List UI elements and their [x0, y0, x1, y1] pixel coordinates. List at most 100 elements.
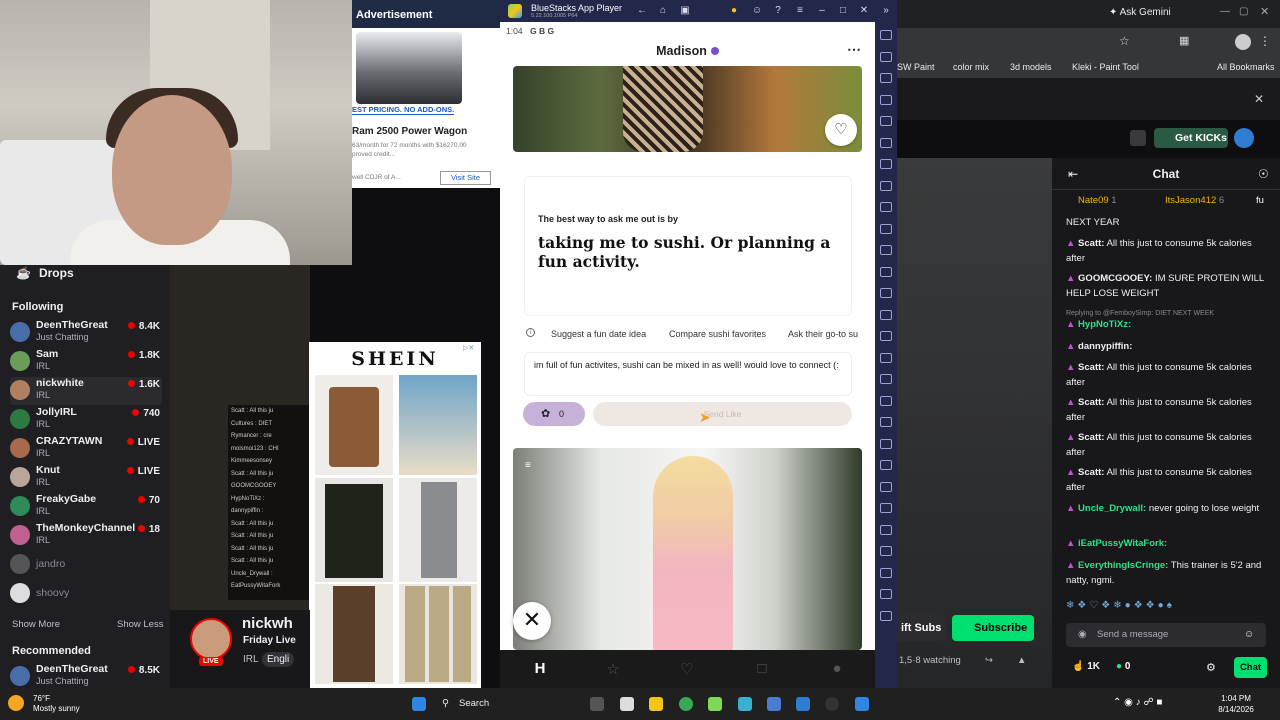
address-bar[interactable]: ☆ ▦ ⋮	[897, 28, 1280, 56]
top-chatter-3[interactable]: fu	[1256, 195, 1264, 206]
bs-tool-icon[interactable]	[880, 309, 892, 320]
taskbar-clock[interactable]: 1:04 PM 8/14/2026	[1206, 693, 1266, 715]
app-icon[interactable]	[738, 697, 752, 711]
product-swimwear[interactable]	[399, 375, 477, 475]
bs-close-icon[interactable]: ✕	[858, 5, 870, 16]
recent-apps-icon[interactable]: ▣	[679, 5, 691, 16]
nav-matches-icon[interactable]: □	[752, 660, 772, 677]
bs-maximize-icon[interactable]: □	[837, 5, 849, 16]
bs-tool-icon[interactable]	[880, 438, 892, 449]
stream-language-tag[interactable]: Engli	[262, 652, 295, 667]
nav-discover-icon[interactable]: H	[530, 660, 550, 677]
chrome-icon[interactable]	[679, 697, 693, 711]
calculator-icon[interactable]	[767, 697, 781, 711]
coin-icon[interactable]: ●	[728, 5, 740, 16]
bs-tool-icon[interactable]	[880, 417, 892, 427]
chat-username[interactable]: iEatPussyWitaFork:	[1078, 538, 1167, 549]
chat-username[interactable]: Uncle_Drywall:	[1078, 503, 1146, 514]
bs-tool-icon[interactable]	[880, 223, 892, 234]
sidebar-channel[interactable]: JollyIRL IRL 740	[10, 406, 162, 434]
extensions-icon[interactable]: ▦	[1179, 34, 1189, 47]
chat-username[interactable]: Scatt:	[1078, 362, 1104, 373]
chat-users-icon[interactable]: ☉	[1258, 167, 1269, 181]
chat-username[interactable]: EverythingIsCringe:	[1078, 560, 1168, 571]
top-chatter-2[interactable]: ItsJason412 6	[1165, 195, 1224, 206]
skip-profile-close-icon[interactable]: ✕	[513, 602, 551, 640]
show-less-link[interactable]: Show Less	[117, 619, 163, 630]
ad-title[interactable]: Ram 2500 Power Wagon	[352, 126, 467, 137]
user-avatar[interactable]	[1234, 128, 1254, 148]
bs-tool-icon[interactable]	[880, 137, 892, 148]
bs-tool-icon[interactable]	[880, 266, 892, 277]
bookmark-all[interactable]: All Bookmarks	[1217, 62, 1275, 72]
sidebar-channel[interactable]: CRAZYTAWN IRL LIVE	[10, 435, 162, 463]
chat-username[interactable]: dannypiffin:	[1078, 341, 1132, 352]
bs-tool-icon[interactable]	[880, 245, 892, 255]
close-window-icon[interactable]: ✕	[1260, 5, 1269, 18]
bs-tool-icon[interactable]	[880, 202, 892, 212]
bs-tool-icon[interactable]	[880, 546, 892, 556]
bs-minimize-icon[interactable]: –	[816, 5, 828, 16]
bookmark-paint[interactable]: SW Paint	[897, 62, 935, 72]
sidebar-channel[interactable]: FreakyGabe IRL 70	[10, 493, 162, 521]
send-like-button[interactable]: Send Like	[593, 402, 852, 426]
chat-username[interactable]: Scatt:	[1078, 467, 1104, 478]
chat-username[interactable]: Scatt:	[1078, 238, 1104, 249]
bs-tool-icon[interactable]	[880, 73, 892, 83]
minimize-icon[interactable]: —	[1220, 6, 1230, 17]
bs-tool-icon[interactable]	[880, 524, 892, 535]
mod-icon[interactable]: ▲	[1017, 655, 1026, 666]
back-icon[interactable]: ←	[636, 5, 648, 16]
bs-tool-icon[interactable]	[880, 460, 892, 470]
bookmark-kleki[interactable]: Kleki - Paint Tool	[1072, 62, 1139, 72]
bookmark-color-mix[interactable]: color mix	[953, 62, 989, 72]
notepad-icon[interactable]	[620, 697, 634, 711]
menu-icon[interactable]: ⋮	[1259, 34, 1271, 48]
sidebar-channel[interactable]: shoovy	[10, 580, 162, 608]
paint-icon[interactable]	[796, 697, 810, 711]
bs-tool-icon[interactable]	[880, 481, 892, 492]
send-rose-button[interactable]: ✿ 0	[523, 402, 585, 426]
bs-tool-icon[interactable]	[880, 331, 892, 341]
bs-tool-icon[interactable]	[880, 180, 892, 191]
bluestacks-taskbar-icon[interactable]	[708, 697, 722, 711]
nav-profile-icon[interactable]: ●	[827, 660, 847, 677]
subscribe-button[interactable]: Subscribe	[952, 615, 1034, 641]
suggestion-chip[interactable]: Compare sushi favorites	[661, 324, 774, 344]
bs-tool-icon[interactable]	[880, 159, 892, 169]
account-icon[interactable]: ☺	[751, 5, 763, 16]
chat-settings-icon[interactable]: ◉	[1078, 629, 1087, 640]
info-icon[interactable]: i	[526, 328, 535, 337]
recommended-channel[interactable]: DeenTheGreat Just Chatting 8.5K	[10, 663, 162, 691]
get-kicks-button[interactable]: Get KICKs	[1154, 128, 1228, 148]
emoji-icon[interactable]: ☺	[1244, 629, 1254, 640]
streamer-avatar[interactable]	[190, 618, 232, 660]
obs-icon[interactable]	[825, 697, 839, 711]
product-brown-pants[interactable]	[315, 584, 393, 684]
bs-tool-icon[interactable]	[880, 503, 892, 513]
product-khaki-pants[interactable]	[399, 584, 477, 684]
chat-message-input[interactable]: Send a message	[1066, 623, 1266, 647]
chat-username[interactable]: HypNoTiXz:	[1078, 319, 1131, 330]
sidebar-channel[interactable]: DeenTheGreat Just Chatting 8.4K	[10, 319, 162, 347]
chat-username[interactable]: GOOMCGOOEY:	[1078, 273, 1152, 284]
drops-link[interactable]: ☕ Drops	[16, 265, 74, 281]
weather-icon[interactable]	[8, 695, 24, 711]
chat-username[interactable]: Scatt:	[1078, 397, 1104, 408]
taskbar-search[interactable]: ⚲ Search	[437, 694, 507, 714]
bs-tool-icon[interactable]	[880, 94, 892, 105]
maximize-icon[interactable]: ▢	[1239, 6, 1248, 17]
suggestion-chip[interactable]: Suggest a fun date idea	[543, 324, 654, 344]
product-shirt[interactable]	[315, 478, 393, 582]
bs-tool-icon[interactable]	[880, 288, 892, 298]
start-icon[interactable]	[412, 697, 426, 711]
sidebar-channel[interactable]: nickwhite IRL 1.6K	[10, 377, 162, 405]
menu-bars-icon[interactable]: ≡	[794, 5, 806, 16]
gift-subs-button[interactable]: ift Subs	[897, 615, 945, 641]
bookmark-3d-models[interactable]: 3d models	[1010, 62, 1052, 72]
share-icon[interactable]: ↪	[985, 655, 993, 666]
sidebar-channel[interactable]: Knut IRL LIVE	[10, 464, 162, 492]
bs-tool-icon[interactable]	[880, 610, 892, 621]
bs-tool-icon[interactable]	[880, 352, 892, 363]
gear-icon[interactable]: ⚙	[1206, 661, 1216, 674]
